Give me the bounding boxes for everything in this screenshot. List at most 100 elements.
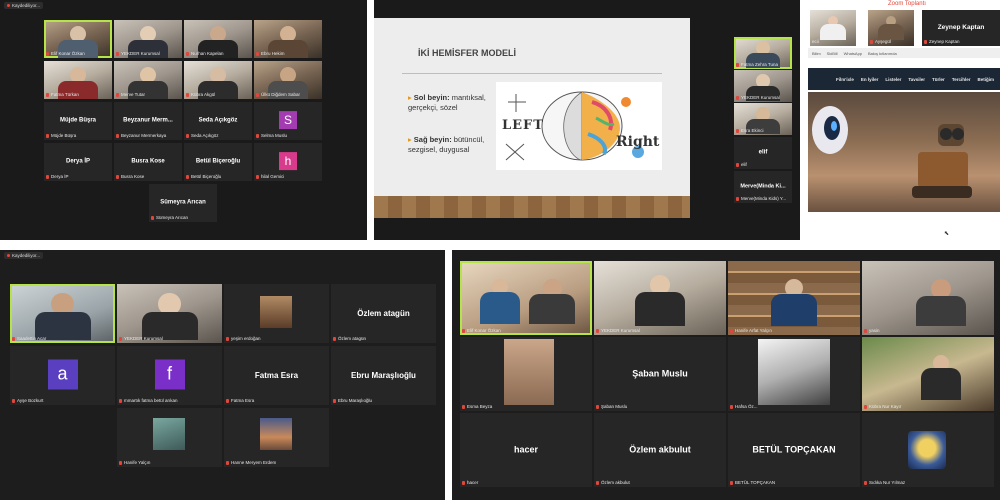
video-tile[interactable]: YEKDER Kurumsal [114, 20, 182, 58]
video-tile[interactable]: Hanife Yalçın [117, 408, 222, 467]
slide-title: İKİ HEMİSFER MODELİ [418, 48, 517, 58]
mic-muted-icon [226, 398, 229, 403]
video-tile[interactable]: YEKDER Kurumsal [734, 70, 792, 102]
video-tile[interactable]: Hafsa Öz... [728, 337, 860, 411]
participant-tile[interactable]: Ebru Maraşlıoğlu Ebru Maraşlıoğlu [331, 346, 436, 405]
nav-link[interactable]: Film'ixle [836, 77, 854, 82]
zoom-window-title: Zoom Toplantı [888, 1, 926, 7]
participant-name: Selma Muslu [261, 133, 288, 138]
participant-photo [260, 418, 292, 450]
mic-muted-icon [46, 51, 49, 56]
video-tile[interactable]: yasin [862, 261, 994, 335]
participant-tile[interactable]: hacer hacer [460, 413, 592, 487]
participant-tile[interactable]: f mmartık fatma betül arıkan [117, 346, 222, 405]
participant-name: Saadettin Acar [17, 336, 47, 341]
nav-link[interactable]: Türler [932, 77, 945, 82]
participant-tile[interactable]: Derya İP Derya İP [44, 143, 112, 181]
nav-link[interactable]: En İyiler [861, 77, 879, 82]
avatar-initial: a [57, 363, 68, 384]
participant-name: Ebru Hekim [261, 51, 285, 56]
participant-tile[interactable]: Özlem akbulut Özlem akbulut [594, 413, 726, 487]
video-tile[interactable]: YEKDER Kurumsal [594, 261, 726, 335]
mic-muted-icon [736, 162, 739, 167]
participant-name: Hanife Arfat Yalçın [735, 328, 772, 333]
participant-avatar [635, 275, 685, 335]
slide-bullet: ▸ Sağ beyin: bütüncül, sezgisel, duygusal [408, 135, 494, 155]
participant-tile[interactable]: Beyzanur Merm... Beyzanur Mermerkaya [114, 102, 182, 140]
participant-tile[interactable]: Şaban Muslu Şaban Muslu [594, 337, 726, 411]
avatar-initial: f [166, 363, 172, 384]
zoom-share-panel: İKİ HEMİSFER MODELİ ▸ Sol beyin: mantıksa… [374, 0, 800, 240]
video-tile[interactable]: Ebru Hekim [254, 20, 322, 58]
video-tile[interactable]: Merve Tutar [114, 61, 182, 99]
participant-tile[interactable]: Betül Biçeroğlu Betül Biçeroğlu [184, 143, 252, 181]
video-tile[interactable]: Ülkü Diğdem Sabar [254, 61, 322, 99]
video-tile[interactable]: yeşim erdoğan [224, 284, 329, 343]
participant-tile[interactable]: Seda Açıkgöz Seda Açıkgöz [184, 102, 252, 140]
video-tile[interactable]: Ayşegül [868, 10, 914, 46]
video-tile[interactable]: ecii [810, 10, 856, 46]
participant-name: Zeynep Kaptan [929, 39, 960, 44]
participant-avatar [479, 279, 520, 335]
browser-tab[interactable]: SkiBill [827, 51, 838, 56]
participant-name: Elif Konar Özkan [467, 328, 501, 333]
recording-indicator[interactable]: Kaydediliyor... [4, 2, 44, 9]
mic-muted-icon [462, 404, 465, 409]
mic-muted-icon [730, 328, 733, 333]
participant-name: Esra Ekinci [741, 128, 764, 133]
mic-muted-icon [46, 92, 49, 97]
video-tile[interactable]: Elif Konar Özkan [44, 20, 112, 58]
participant-avatar [916, 279, 967, 335]
participant-photo [908, 431, 946, 469]
video-tile[interactable]: Hanife Arfat Yalçın [728, 261, 860, 335]
browser-tab[interactable]: Bakış kıtlarımda [868, 51, 897, 56]
participant-tile[interactable]: Sümeyra Arıcan Sümeyra Arıcan [149, 184, 217, 222]
video-tile[interactable]: Esma Beyza [460, 337, 592, 411]
participant-tile[interactable]: Özlem atagün Özlem atagün [331, 284, 436, 343]
participant-tile[interactable]: S Selma Muslu [254, 102, 322, 140]
recording-indicator[interactable]: Kaydediliyor... [4, 252, 44, 259]
participant-name: hilal Gemici [261, 174, 285, 179]
mic-muted-icon [736, 62, 739, 67]
participant-name: Seda Açıkgöz [191, 133, 219, 138]
video-tile[interactable]: Fatma Zehra Tuna [734, 37, 792, 69]
participant-name: Hafsa Öz... [735, 404, 758, 409]
browser-screen-panel: Zoom Toplantı ecii Ayşegül Zeynep Kaptan… [808, 0, 1000, 240]
participant-name: yeşim erdoğan [231, 336, 261, 341]
nav-link[interactable]: Tavsiler [908, 77, 925, 82]
video-tile[interactable]: Nurhan Kapelan [184, 20, 252, 58]
participant-tile[interactable]: Zeynep Kaptan Zeynep Kaptan [922, 10, 1000, 46]
browser-tab[interactable]: WhatsApp [844, 51, 862, 56]
participant-avatar [529, 279, 576, 335]
mic-muted-icon [730, 404, 733, 409]
participant-tile[interactable]: Fatma Esra Fatma Esra [224, 346, 329, 405]
browser-tab[interactable]: Bilim [812, 51, 821, 56]
video-tile[interactable]: Kübra Nur Kayır [862, 337, 994, 411]
mic-muted-icon [12, 336, 15, 341]
participant-tile[interactable]: elif elif [734, 137, 792, 169]
mic-muted-icon [119, 460, 122, 465]
recording-label: Kaydediliyor... [12, 3, 41, 8]
video-tile[interactable]: Saadettin Acar [10, 284, 115, 343]
video-tile[interactable]: Elif Konar Özkan [460, 261, 592, 335]
participant-title: Müjde Büşra [59, 117, 96, 124]
participant-tile[interactable]: BETÜL TOPÇAKAN BETÜL TOPÇAKAN [728, 413, 860, 487]
video-tile[interactable]: YEKDER Kurumsal [117, 284, 222, 343]
participant-name: Kübra Akgül [191, 92, 216, 97]
video-tile[interactable]: Esra Ekinci [734, 103, 792, 135]
nav-link[interactable]: Listeler [885, 77, 901, 82]
slide-bullet: ▸ Sol beyin: mantıksal, gerçekçi, sözel [408, 93, 494, 113]
participant-tile[interactable]: Müjde Büşra Müjde Büşra [44, 102, 112, 140]
participant-name: Özlem akbulut [601, 480, 630, 485]
video-tile[interactable]: Hanne Meryem Erdem [224, 408, 329, 467]
participant-tile[interactable]: Busra Kose Busra Kose [114, 143, 182, 181]
participant-tile[interactable]: h hilal Gemici [254, 143, 322, 181]
video-tile[interactable]: Fatma Türkan [44, 61, 112, 99]
participant-tile[interactable]: Merve(Minda Ki... Merve(Minda Kids) Y... [734, 171, 792, 203]
video-tile[interactable]: Sıdıka Nur Yılmaz [862, 413, 994, 487]
nav-link[interactable]: Tercihler [952, 77, 971, 82]
participant-tile[interactable]: a Ayşe Bozkurt [10, 346, 115, 405]
nav-link[interactable]: Betiğim [978, 77, 995, 82]
video-tile[interactable]: Kübra Akgül [184, 61, 252, 99]
participant-name: Ayşegül [875, 39, 891, 44]
